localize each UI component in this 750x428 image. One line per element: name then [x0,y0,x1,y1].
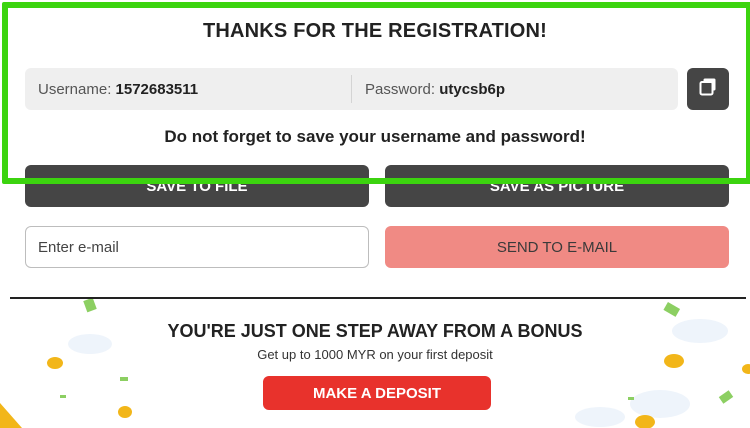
username-value: 1572683511 [115,80,199,98]
password-value: utycsb6p [439,80,506,98]
save-warning: Do not forget to save your username and … [164,127,586,146]
save-as-picture-button[interactable]: SAVE AS PICTURE [385,165,729,207]
username-label: Username: [38,80,112,98]
save-to-file-button[interactable]: SAVE TO FILE [25,165,369,207]
password-label: Password: [365,80,436,98]
credentials-box: Username: 1572683511 Password: utycsb6p [25,68,678,110]
password-field: Password: utycsb6p [352,81,678,98]
copy-icon [699,78,717,101]
bonus-subtitle: Get up to 1000 MYR on your first deposit [257,347,493,362]
make-deposit-button[interactable]: MAKE A DEPOSIT [263,376,491,410]
email-placeholder: Enter e-mail [38,238,119,256]
username-field: Username: 1572683511 [25,81,351,98]
email-input[interactable]: Enter e-mail [25,226,369,268]
send-to-email-button[interactable]: SEND TO E-MAIL [385,226,729,268]
registration-title: THANKS FOR THE REGISTRATION! [202,20,548,42]
copy-credentials-button[interactable] [687,68,729,110]
bonus-title: YOU'RE JUST ONE STEP AWAY FROM A BONUS [167,321,583,341]
